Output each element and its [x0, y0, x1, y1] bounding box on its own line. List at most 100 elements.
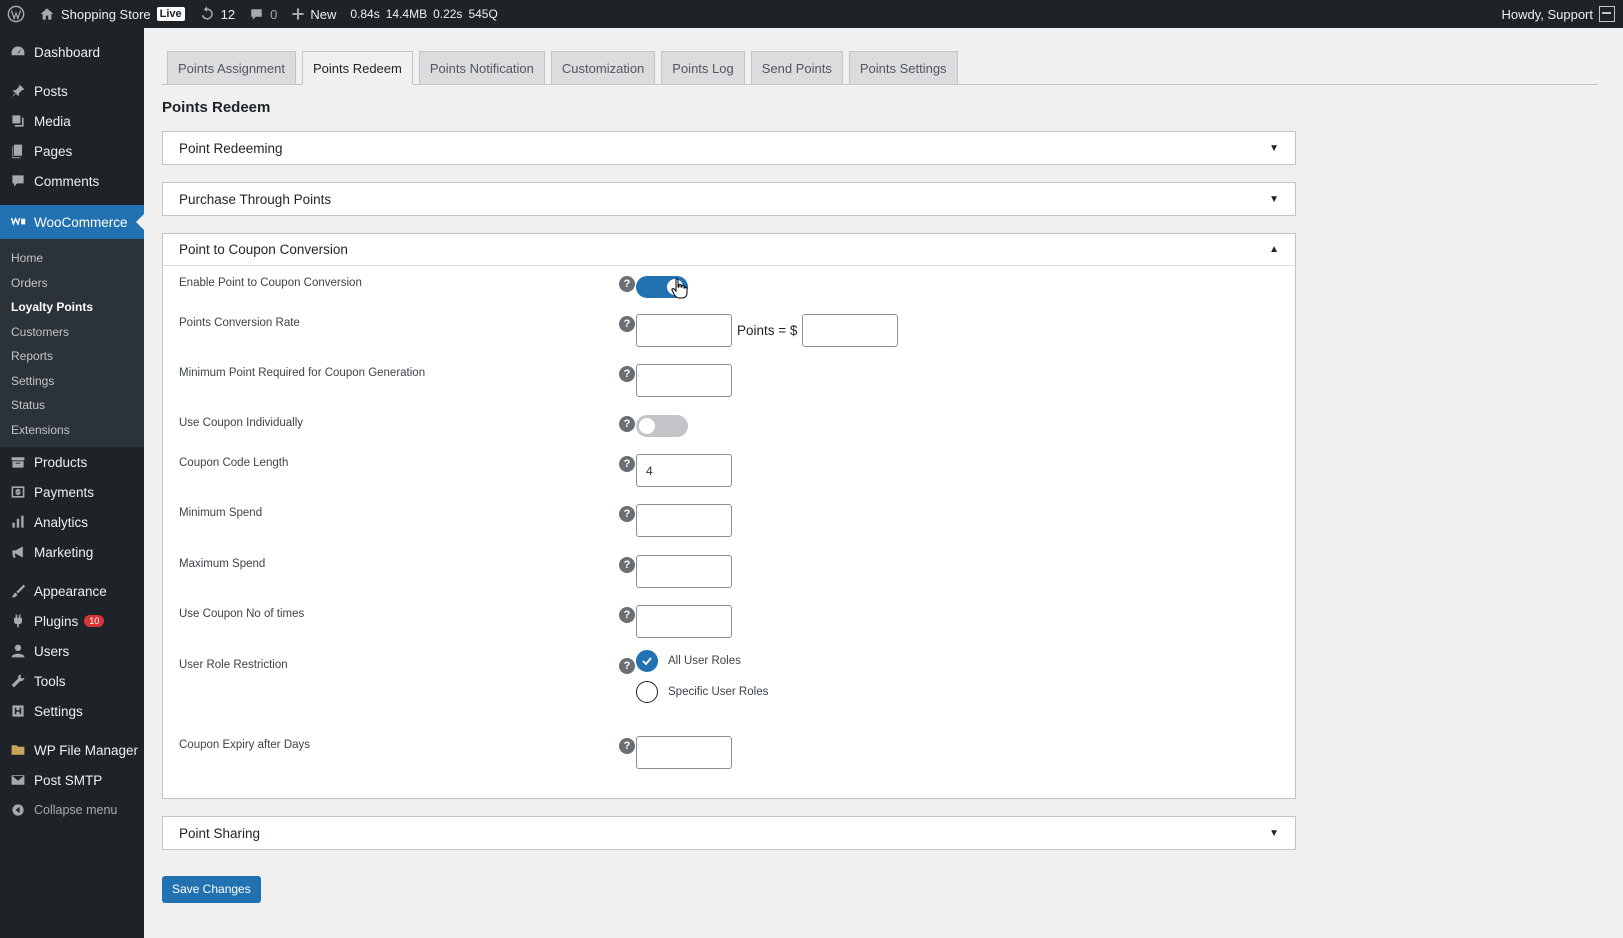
tab-points-notification[interactable]: Points Notification [418, 51, 545, 84]
help-icon[interactable]: ? [619, 658, 635, 674]
menu-label: Media [34, 113, 71, 129]
panel-header-coupon-conversion[interactable]: Point to Coupon Conversion ▲ [163, 234, 1295, 266]
panel-header-point-redeeming[interactable]: Point Redeeming ▼ [163, 132, 1295, 164]
admin-bar: Shopping Store Live 12 0 New 0.84s 14.4M… [0, 0, 1623, 28]
collapse-arrow-icon [8, 800, 28, 820]
comments-count: 0 [270, 6, 278, 22]
radio-specific-user-roles[interactable]: Specific User Roles [636, 676, 768, 707]
menu-media[interactable]: Media [0, 106, 144, 136]
menu-users[interactable]: Users [0, 636, 144, 666]
conversion-points-input[interactable] [636, 314, 732, 347]
conversion-dollar-input[interactable] [802, 314, 899, 347]
menu-marketing[interactable]: Marketing [0, 537, 144, 567]
menu-dashboard[interactable]: Dashboard [0, 37, 144, 67]
submenu-orders[interactable]: Orders [0, 271, 144, 296]
my-account[interactable]: Howdy, Support [1501, 6, 1623, 22]
megaphone-icon [8, 542, 28, 562]
new-content-link[interactable]: New [284, 0, 343, 28]
plugin-icon [8, 611, 28, 631]
updates-link[interactable]: 12 [192, 0, 242, 28]
submenu-extensions[interactable]: Extensions [0, 418, 144, 443]
max-spend-input[interactable] [636, 555, 732, 588]
comment-bubble-icon [251, 8, 262, 20]
menu-appearance[interactable]: Appearance [0, 576, 144, 606]
menu-woocommerce[interactable]: WooCommerce [0, 205, 144, 239]
help-icon[interactable]: ? [619, 607, 635, 623]
menu-label: Appearance [34, 583, 107, 599]
help-icon[interactable]: ? [619, 738, 635, 754]
collapse-menu-button[interactable]: Collapse menu [0, 795, 144, 825]
paintbrush-icon [8, 581, 28, 601]
submenu-status[interactable]: Status [0, 393, 144, 418]
help-icon[interactable]: ? [619, 316, 635, 332]
tab-send-points[interactable]: Send Points [750, 51, 843, 84]
menu-label: WooCommerce [34, 214, 128, 230]
submenu-loyalty-points[interactable]: Loyalty Points [0, 295, 144, 320]
menu-analytics[interactable]: Analytics [0, 507, 144, 537]
wordpress-logo-icon[interactable] [0, 0, 32, 28]
field-label: Points Conversion Rate [179, 317, 300, 329]
tab-points-redeem[interactable]: Points Redeem [301, 51, 413, 85]
query-monitor-metrics[interactable]: 0.84s 14.4MB 0.22s 545Q [343, 0, 510, 28]
menu-settings[interactable]: Settings [0, 696, 144, 726]
radio-label: Specific User Roles [668, 685, 769, 698]
help-icon[interactable]: ? [619, 366, 635, 382]
panel-purchase-through-points: Purchase Through Points ▼ [162, 182, 1296, 216]
radio-all-user-roles[interactable]: All User Roles [636, 645, 741, 676]
menu-label: Comments [34, 173, 100, 189]
tab-points-settings[interactable]: Points Settings [848, 51, 958, 84]
settings-tabs: Points Assignment Points Redeem Points N… [162, 28, 1598, 85]
menu-posts[interactable]: Posts [0, 76, 144, 106]
submenu-reports[interactable]: Reports [0, 344, 144, 369]
min-points-input[interactable] [636, 364, 732, 397]
tab-customization[interactable]: Customization [550, 51, 656, 84]
use-individually-toggle[interactable] [636, 415, 688, 437]
use-times-input[interactable] [636, 605, 732, 638]
help-icon[interactable]: ? [619, 506, 635, 522]
site-name: Shopping Store [61, 6, 151, 22]
code-length-input[interactable]: 4 [636, 454, 732, 487]
avatar [1599, 6, 1615, 22]
expiry-days-input[interactable] [636, 736, 732, 769]
menu-label: Posts [34, 83, 68, 99]
submenu-home[interactable]: Home [0, 246, 144, 271]
admin-sidebar: Dashboard Posts Media Pages Comments Woo… [0, 28, 144, 938]
pin-icon [8, 81, 28, 101]
submenu-settings[interactable]: Settings [0, 369, 144, 394]
field-min-spend: Minimum Spend ? [163, 504, 1295, 557]
menu-label: Post SMTP [34, 772, 103, 788]
updates-count: 12 [220, 6, 236, 22]
field-use-individually: Use Coupon Individually ? [163, 415, 1295, 456]
menu-pages[interactable]: Pages [0, 136, 144, 166]
help-icon[interactable]: ? [619, 416, 635, 432]
menu-plugins[interactable]: Plugins 10 [0, 606, 144, 636]
menu-payments[interactable]: Payments [0, 477, 144, 507]
comments-link[interactable]: 0 [242, 0, 284, 28]
help-icon[interactable]: ? [619, 557, 635, 573]
menu-products[interactable]: Products [0, 447, 144, 477]
radio-unchecked-icon[interactable] [636, 680, 658, 703]
field-max-spend: Maximum Spend ? [163, 555, 1295, 607]
save-changes-button[interactable]: Save Changes [162, 876, 261, 903]
menu-tools[interactable]: Tools [0, 666, 144, 696]
tab-points-log[interactable]: Points Log [661, 51, 745, 84]
metric-memory: 14.4MB [385, 7, 428, 21]
menu-comments[interactable]: Comments [0, 166, 144, 196]
panel-title: Point to Coupon Conversion [179, 242, 348, 257]
panel-header-point-sharing[interactable]: Point Sharing ▼ [163, 817, 1295, 849]
site-name-link[interactable]: Shopping Store Live [32, 0, 192, 28]
min-spend-input[interactable] [636, 504, 732, 537]
tab-points-assignment[interactable]: Points Assignment [167, 51, 296, 84]
caret-down-icon: ▼ [1269, 142, 1279, 154]
radio-checked-icon[interactable] [636, 649, 658, 672]
radio-label: All User Roles [668, 654, 741, 667]
panel-header-purchase-through-points[interactable]: Purchase Through Points ▼ [163, 183, 1295, 215]
menu-wp-file-manager[interactable]: WP File Manager [0, 735, 144, 765]
menu-post-smtp[interactable]: Post SMTP [0, 765, 144, 795]
help-icon[interactable]: ? [619, 276, 635, 292]
home-icon [40, 8, 54, 20]
submenu-customers[interactable]: Customers [0, 320, 144, 345]
help-icon[interactable]: ? [619, 456, 635, 472]
panel-body-coupon-conversion: Enable Point to Coupon Conversion ? Poin… [163, 266, 1295, 798]
field-code-length: Coupon Code Length ? 4 [163, 454, 1295, 506]
